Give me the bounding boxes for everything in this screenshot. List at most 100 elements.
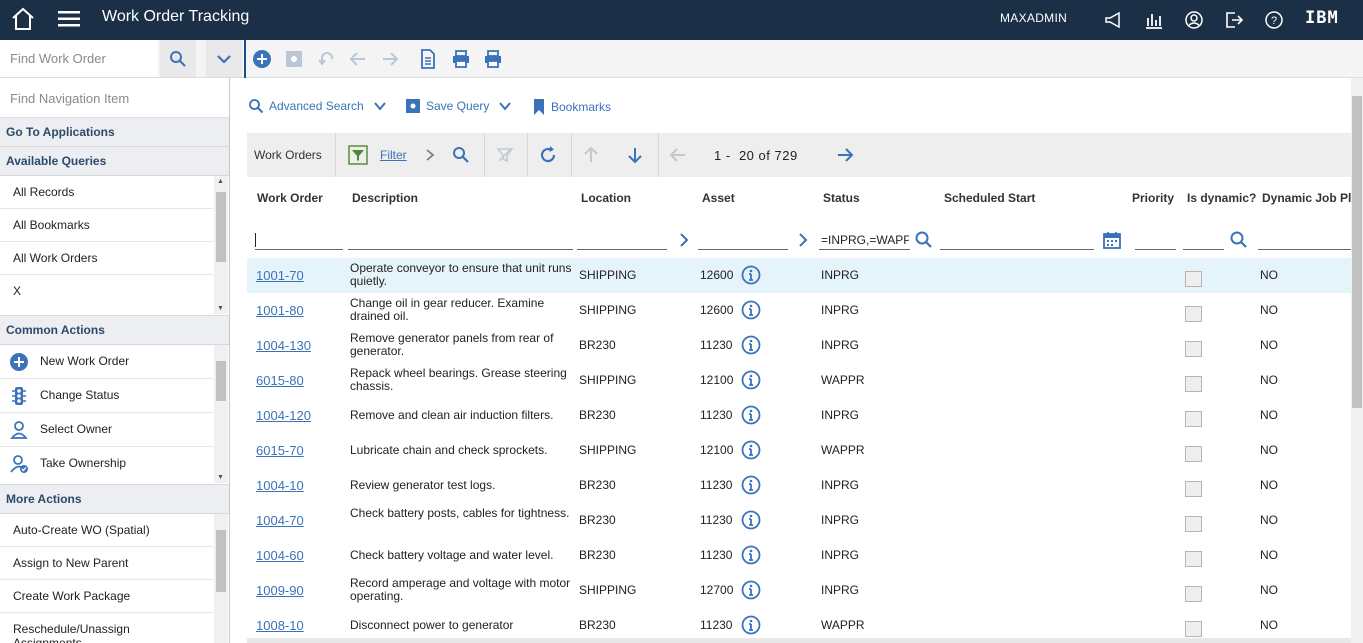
filter-description-input[interactable]	[348, 249, 573, 250]
is-dynamic-checkbox[interactable]	[1185, 411, 1202, 427]
column-header-dynamic-job-plan[interactable]: Dynamic Job Pl	[1262, 191, 1351, 205]
filter-priority-input[interactable]	[1135, 249, 1176, 250]
bookmarks-button[interactable]: Bookmarks	[532, 98, 611, 116]
scroll-up-icon[interactable]: ▲	[217, 178, 224, 185]
table-row[interactable]: 1004-130 Remove generator panels from re…	[247, 328, 1351, 363]
info-icon[interactable]	[741, 475, 761, 495]
action-create-work-package[interactable]: Create Work Package	[0, 580, 213, 613]
table-row[interactable]: 1009-90 Record amperage and voltage with…	[247, 573, 1351, 608]
reports-chart-icon[interactable]	[1143, 9, 1165, 31]
info-icon[interactable]	[741, 440, 761, 460]
common-actions-scrollbar[interactable]: ▼	[214, 345, 228, 483]
more-actions-header[interactable]: More Actions	[0, 485, 229, 514]
sign-out-icon[interactable]	[1223, 9, 1245, 31]
table-row[interactable]: 1004-70 Check battery posts, cables for …	[247, 503, 1351, 538]
advanced-search-button[interactable]: Advanced Search	[248, 98, 387, 114]
next-page-button[interactable]	[834, 144, 856, 166]
help-icon[interactable]: ?	[1263, 9, 1285, 31]
query-all-bookmarks[interactable]: All Bookmarks	[0, 209, 213, 242]
find-options-button[interactable]	[206, 40, 242, 77]
filter-toggle-button[interactable]	[347, 144, 369, 166]
column-header-work-order[interactable]: Work Order	[257, 191, 323, 205]
work-order-link[interactable]: 1008-10	[256, 619, 304, 632]
refresh-button[interactable]	[537, 144, 559, 166]
work-order-link[interactable]: 1001-80	[256, 304, 304, 317]
filter-location-input[interactable]	[577, 249, 667, 250]
scroll-down-icon[interactable]: ▼	[217, 305, 224, 312]
is-dynamic-checkbox[interactable]	[1185, 376, 1202, 392]
clear-filter-button[interactable]	[494, 144, 516, 166]
filter-scheduled-start-input[interactable]	[940, 249, 1094, 250]
work-order-link[interactable]: 1001-70	[256, 269, 304, 282]
table-row[interactable]: 6015-70 Lubricate chain and check sprock…	[247, 433, 1351, 468]
info-icon[interactable]	[741, 370, 761, 390]
action-auto-create-wo[interactable]: Auto-Create WO (Spatial)	[0, 514, 213, 547]
new-record-button[interactable]	[251, 48, 273, 70]
action-assign-to-new-parent[interactable]: Assign to New Parent	[0, 547, 213, 580]
home-icon[interactable]	[10, 6, 36, 32]
work-order-link[interactable]: 1004-120	[256, 409, 311, 422]
work-order-link[interactable]: 1004-60	[256, 549, 304, 562]
queries-scrollbar[interactable]: ▲ ▼	[214, 176, 228, 314]
info-icon[interactable]	[741, 335, 761, 355]
profile-icon[interactable]	[1183, 9, 1205, 31]
scroll-thumb[interactable]	[216, 530, 226, 592]
more-actions-scrollbar[interactable]	[214, 514, 228, 643]
query-all-records[interactable]: All Records	[0, 176, 213, 209]
info-icon[interactable]	[741, 300, 761, 320]
go-to-applications-header[interactable]: Go To Applications	[0, 118, 229, 147]
column-header-status[interactable]: Status	[823, 191, 860, 205]
previous-record-button[interactable]	[347, 48, 369, 70]
table-row[interactable]: 1001-80 Change oil in gear reducer. Exam…	[247, 293, 1351, 328]
find-work-order-input[interactable]	[0, 40, 158, 77]
chevron-right-icon[interactable]	[793, 230, 813, 250]
sort-descending-button[interactable]	[624, 144, 646, 166]
is-dynamic-checkbox[interactable]	[1185, 306, 1202, 322]
table-row[interactable]: 1004-10 Review generator test logs. BR23…	[247, 468, 1351, 503]
query-x[interactable]: X	[0, 275, 213, 308]
chevron-right-icon[interactable]	[423, 148, 437, 162]
scroll-down-icon[interactable]: ▼	[217, 474, 224, 481]
is-dynamic-checkbox[interactable]	[1185, 551, 1202, 567]
column-header-is-dynamic[interactable]: Is dynamic?	[1187, 191, 1256, 205]
find-navigation-item[interactable]: Find Navigation Item	[0, 78, 229, 118]
column-header-scheduled-start[interactable]: Scheduled Start	[944, 191, 1035, 205]
column-header-priority[interactable]: Priority	[1132, 191, 1174, 205]
filter-status-input[interactable]: =INPRG,=WAPPR	[821, 233, 909, 247]
table-search-button[interactable]	[450, 144, 472, 166]
is-dynamic-checkbox[interactable]	[1185, 271, 1202, 287]
action-take-ownership[interactable]: Take Ownership	[0, 447, 213, 481]
calendar-icon[interactable]	[1102, 230, 1122, 250]
scroll-thumb[interactable]	[216, 361, 226, 401]
find-search-button[interactable]	[160, 40, 196, 77]
filter-link[interactable]: Filter	[380, 148, 407, 162]
action-change-status[interactable]: Change Status	[0, 379, 213, 413]
main-scrollbar[interactable]	[1351, 78, 1363, 643]
scroll-thumb[interactable]	[216, 192, 226, 262]
next-record-button[interactable]	[379, 48, 401, 70]
column-header-asset[interactable]: Asset	[702, 191, 735, 205]
query-all-work-orders[interactable]: All Work Orders	[0, 242, 213, 275]
info-icon[interactable]	[741, 405, 761, 425]
hamburger-menu-icon[interactable]	[57, 7, 81, 31]
common-actions-header[interactable]: Common Actions	[0, 316, 229, 345]
action-reschedule-unassign[interactable]: Reschedule/Unassign Assignments	[0, 613, 213, 643]
is-dynamic-checkbox[interactable]	[1185, 446, 1202, 462]
info-icon[interactable]	[741, 265, 761, 285]
table-row[interactable]: 1001-70 Operate conveyor to ensure that …	[247, 258, 1351, 293]
column-header-description[interactable]: Description	[352, 191, 418, 205]
save-query-button[interactable]: Save Query	[405, 98, 512, 114]
work-order-link[interactable]: 1009-90	[256, 584, 304, 597]
table-row[interactable]: 6015-80 Repack wheel bearings. Grease st…	[247, 363, 1351, 398]
work-order-link[interactable]: 6015-70	[256, 444, 304, 457]
info-icon[interactable]	[741, 510, 761, 530]
work-order-link[interactable]: 1004-130	[256, 339, 311, 352]
action-new-work-order[interactable]: New Work Order	[0, 345, 213, 379]
work-order-link[interactable]: 1004-10	[256, 479, 304, 492]
search-icon[interactable]	[1229, 230, 1249, 250]
previous-page-button[interactable]	[667, 144, 689, 166]
action-select-owner[interactable]: Select Owner	[0, 413, 213, 447]
filter-work-order-input[interactable]	[255, 233, 345, 247]
info-icon[interactable]	[741, 615, 761, 635]
column-header-location[interactable]: Location	[581, 191, 631, 205]
